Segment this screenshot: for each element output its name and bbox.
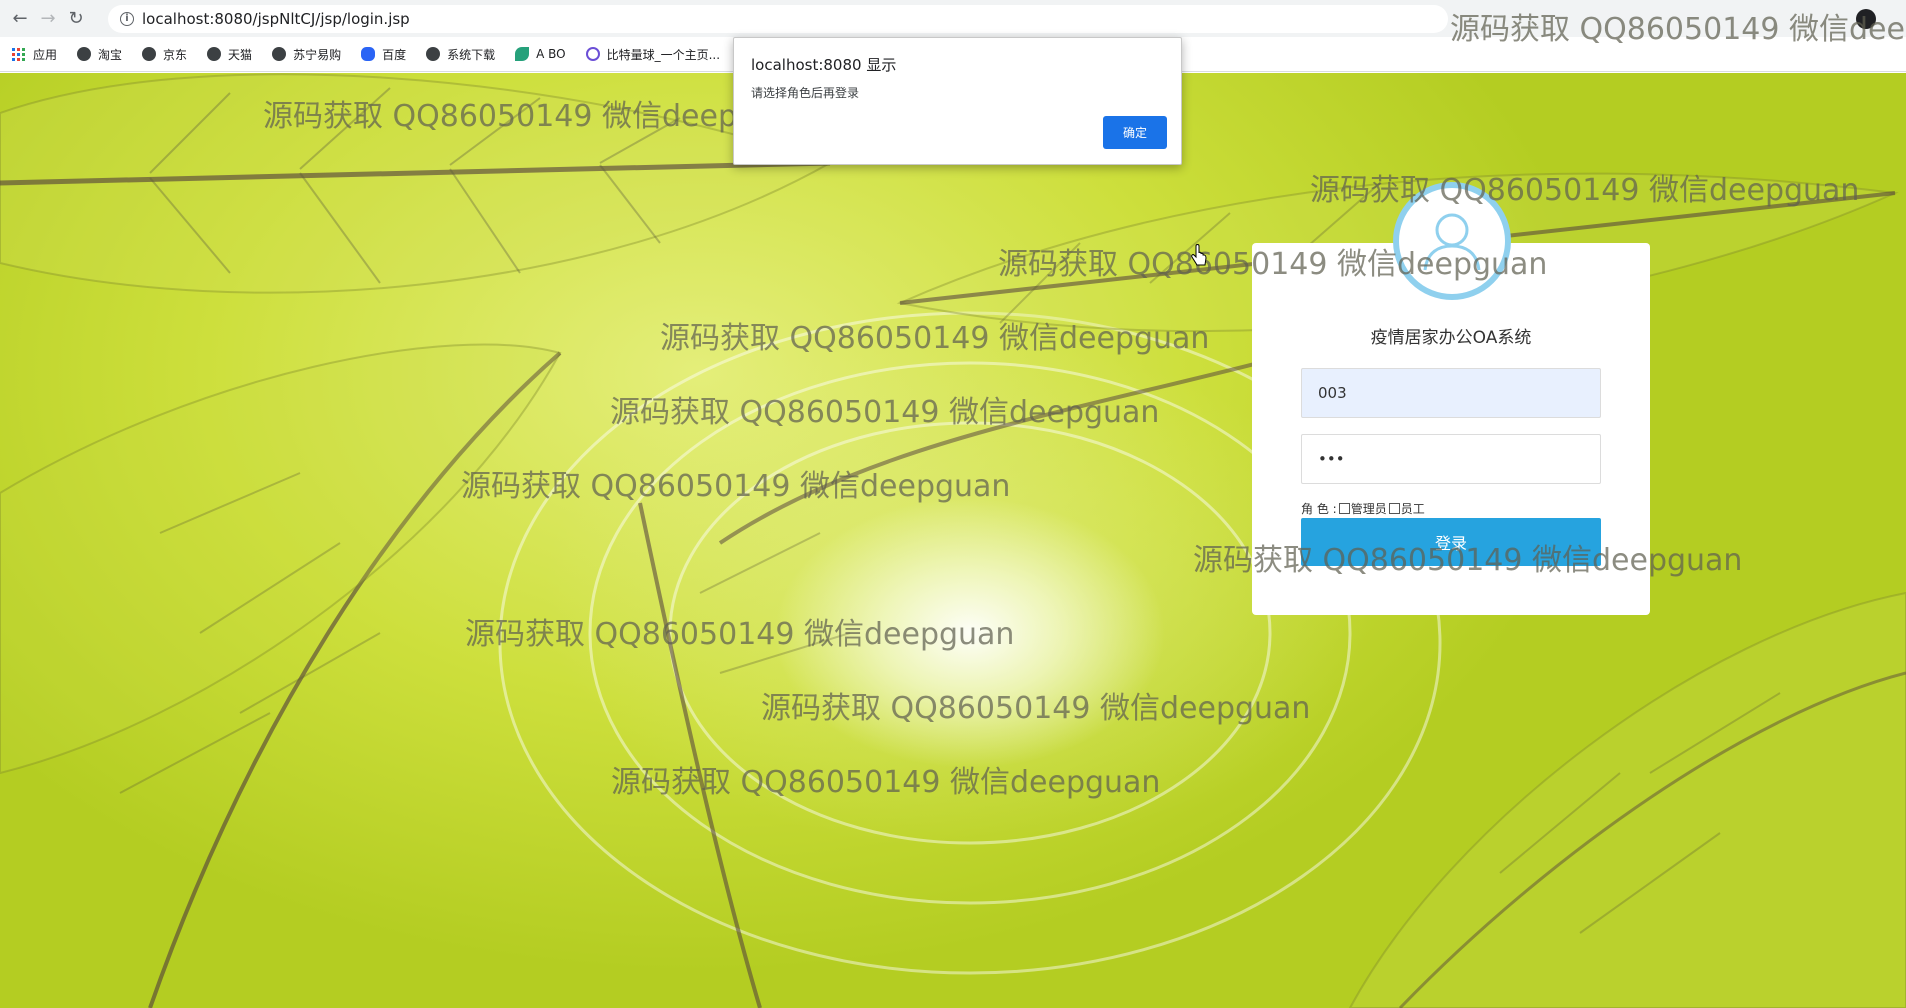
- back-arrow-icon[interactable]: ←: [6, 5, 34, 33]
- role-employee-checkbox[interactable]: [1388, 503, 1400, 514]
- user-icon: [1423, 213, 1481, 271]
- info-icon[interactable]: i: [120, 12, 134, 26]
- bookmark-jd[interactable]: 京东: [142, 46, 187, 63]
- globe-icon: [426, 47, 441, 61]
- globe-icon: [207, 47, 222, 61]
- bookmark-apps[interactable]: 应用: [12, 46, 57, 63]
- paw-icon: [361, 47, 376, 61]
- forward-arrow-icon[interactable]: →: [34, 5, 62, 33]
- password-value: •••: [1318, 450, 1345, 468]
- bookmark-baidu[interactable]: 百度: [361, 46, 406, 63]
- globe-icon: [77, 47, 92, 61]
- url-text[interactable]: localhost:8080/jspNltCJ/jsp/login.jsp: [142, 10, 410, 28]
- hand-cursor-icon: [1191, 244, 1207, 266]
- bookmark-suning[interactable]: 苏宁易购: [272, 46, 341, 63]
- globe-icon: [272, 47, 287, 61]
- bookmark-abo[interactable]: A BO: [515, 47, 566, 61]
- avatar: [1393, 182, 1511, 300]
- address-bar[interactable]: i localhost:8080/jspNltCJ/jsp/login.jsp: [108, 5, 1448, 33]
- role-admin-label[interactable]: 管理员: [1351, 500, 1387, 517]
- bookmark-label: 淘宝: [98, 47, 123, 62]
- role-employee-label[interactable]: 员工: [1401, 500, 1425, 517]
- bookmark-label: 百度: [382, 47, 407, 62]
- bookmark-label: 京东: [163, 47, 188, 62]
- leaf-icon: [515, 47, 530, 61]
- role-selector: 角 色 : 管理员 员工: [1301, 500, 1425, 517]
- alert-dialog: localhost:8080 显示 请选择角色后再登录 确定: [733, 37, 1182, 165]
- bookmark-label: 系统下载: [447, 47, 496, 62]
- globe-icon: [142, 47, 157, 61]
- role-label: 角 色 :: [1301, 502, 1337, 516]
- username-field[interactable]: 003: [1301, 368, 1601, 418]
- username-value: 003: [1318, 384, 1347, 402]
- apps-icon: [12, 47, 25, 61]
- dialog-ok-button[interactable]: 确定: [1103, 116, 1167, 149]
- password-field[interactable]: •••: [1301, 434, 1601, 484]
- bookmark-label: 应用: [33, 47, 58, 62]
- dialog-message: 请选择角色后再登录: [751, 86, 860, 100]
- ring-icon: [585, 47, 600, 61]
- bookmark-tmall[interactable]: 天猫: [207, 46, 252, 63]
- profile-icon[interactable]: [1856, 9, 1876, 29]
- bookmark-bitball[interactable]: 比特量球_一个主页...: [585, 46, 721, 63]
- bookmark-label: 比特量球_一个主页...: [606, 47, 721, 62]
- browser-toolbar: ← → ↻ i localhost:8080/jspNltCJ/jsp/logi…: [0, 0, 1906, 37]
- reload-icon[interactable]: ↻: [62, 5, 90, 33]
- bookmark-label: 天猫: [228, 47, 253, 62]
- bookmark-taobao[interactable]: 淘宝: [77, 46, 122, 63]
- login-button[interactable]: 登录: [1301, 518, 1601, 566]
- system-title: 疫情居家办公OA系统: [1370, 328, 1532, 348]
- bookmark-label: A BO: [536, 47, 566, 61]
- dialog-title: localhost:8080 显示: [751, 56, 897, 74]
- role-admin-checkbox[interactable]: [1338, 503, 1350, 514]
- bookmark-label: 苏宁易购: [293, 47, 342, 62]
- bookmark-system-download[interactable]: 系统下载: [426, 46, 495, 63]
